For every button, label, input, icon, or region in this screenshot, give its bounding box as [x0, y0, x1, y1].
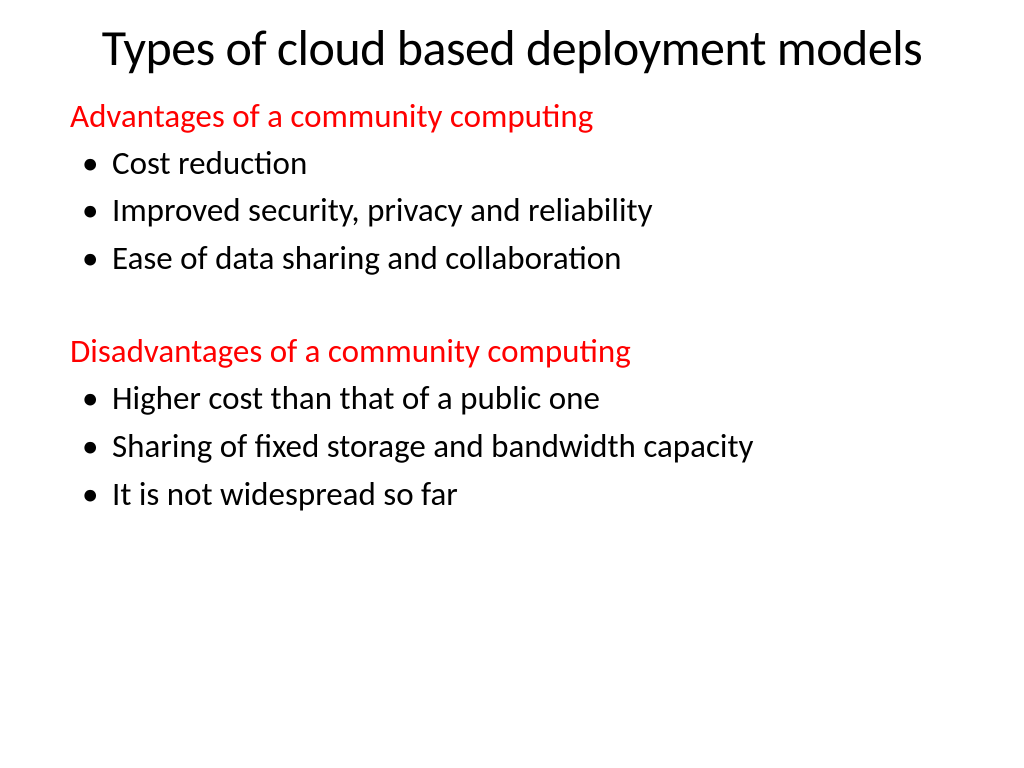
list-item: Higher cost than that of a public one — [70, 375, 954, 423]
list-item: Cost reduction — [70, 140, 954, 188]
advantages-heading: Advantages of a community computing — [70, 96, 954, 136]
list-item: Sharing of fixed storage and bandwidth c… — [70, 423, 954, 471]
slide-title: Types of cloud based deployment models — [70, 20, 954, 78]
disadvantages-list: Higher cost than that of a public one Sh… — [70, 375, 954, 519]
advantages-list: Cost reduction Improved security, privac… — [70, 140, 954, 284]
list-item: It is not widespread so far — [70, 471, 954, 519]
list-item: Improved security, privacy and reliabili… — [70, 187, 954, 235]
disadvantages-heading: Disadvantages of a community computing — [70, 331, 954, 371]
list-item: Ease of data sharing and collaboration — [70, 235, 954, 283]
slide-container: Types of cloud based deployment models A… — [0, 0, 1024, 768]
